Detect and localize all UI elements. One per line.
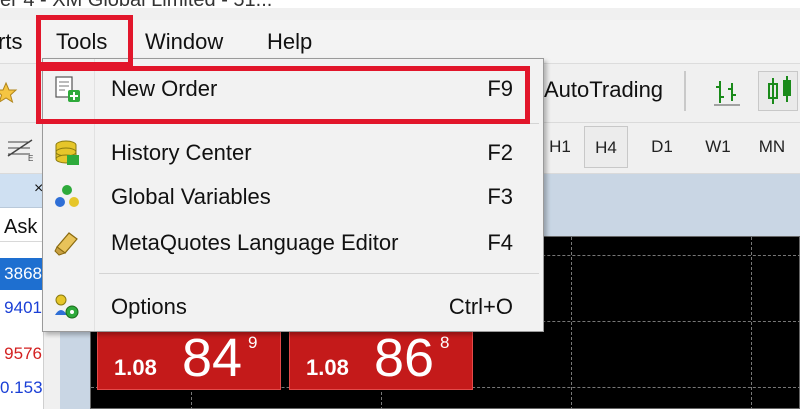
menu-item-history-center[interactable]: History Center F2 xyxy=(43,131,543,175)
menu-item-shortcut: F2 xyxy=(487,140,513,165)
global-variables-icon xyxy=(53,183,81,211)
timeframe-d1[interactable]: D1 xyxy=(640,126,684,168)
menu-item-label: Options xyxy=(111,294,187,319)
new-order-highlight xyxy=(36,66,530,124)
timeframe-mn[interactable]: MN xyxy=(750,126,794,168)
timeframe-w1[interactable]: W1 xyxy=(696,126,740,168)
fibonacci-icon[interactable]: E xyxy=(6,136,36,167)
sell-price-big: 84 xyxy=(182,328,243,388)
grid-line xyxy=(751,237,752,409)
market-watch-ask-value[interactable]: 0.153 xyxy=(0,372,44,404)
menu-item-label: Global Variables xyxy=(111,184,271,209)
buy-price-button[interactable]: 1.08 86 8 xyxy=(289,328,473,390)
window-title: er 4 - XM Global Limited - 51... xyxy=(0,0,800,8)
market-watch-ask-value[interactable]: 3868 xyxy=(0,258,44,290)
buy-price-pips: 8 xyxy=(440,333,450,352)
menu-item-shortcut: F4 xyxy=(487,230,513,255)
menu-separator xyxy=(99,273,539,274)
sell-price-prefix: 1.08 xyxy=(114,355,157,380)
menu-charts[interactable]: rts xyxy=(0,20,22,64)
market-watch-panel: × Ask 3868 9401 9576 0.153 xyxy=(0,174,44,409)
menu-item-options[interactable]: Options Ctrl+O xyxy=(43,285,543,329)
grid-line xyxy=(571,237,572,409)
buy-price-big: 86 xyxy=(374,328,435,388)
tools-menu-highlight xyxy=(36,15,133,67)
menu-item-shortcut: F3 xyxy=(487,184,513,209)
market-watch-ask-value[interactable]: 9401 xyxy=(0,292,44,324)
sell-price-button[interactable]: 1.08 84 9 xyxy=(97,328,281,390)
svg-text:E: E xyxy=(28,154,33,162)
timeframe-h4[interactable]: H4 xyxy=(584,126,628,168)
ask-column-header[interactable]: Ask xyxy=(0,212,44,242)
star-icon[interactable] xyxy=(0,81,18,110)
menu-item-label: History Center xyxy=(111,140,252,165)
buy-price-prefix: 1.08 xyxy=(306,355,349,380)
candlestick-icon[interactable] xyxy=(758,71,798,111)
autotrading-button[interactable]: AutoTrading xyxy=(544,65,663,115)
bar-chart-icon[interactable] xyxy=(712,77,742,112)
market-watch-ask-value[interactable]: 9576 xyxy=(0,338,44,370)
menu-item-metaeditor[interactable]: MetaQuotes Language Editor F4 xyxy=(43,221,543,265)
options-icon xyxy=(53,293,81,321)
toolbar-divider xyxy=(684,71,686,111)
menu-item-label: MetaQuotes Language Editor xyxy=(111,230,399,255)
sell-price-pips: 9 xyxy=(248,333,258,352)
history-center-icon xyxy=(53,139,81,167)
timeframe-h1[interactable]: H1 xyxy=(538,126,582,168)
menu-item-global-variables[interactable]: Global Variables F3 xyxy=(43,175,543,219)
market-watch-header: × xyxy=(0,174,44,208)
window-title-text: er 4 - XM Global Limited - 51... xyxy=(0,0,272,8)
metaeditor-icon xyxy=(53,229,81,257)
mt4-window: er 4 - XM Global Limited - 51... rts Too… xyxy=(0,0,800,409)
menu-item-shortcut: Ctrl+O xyxy=(448,294,513,319)
